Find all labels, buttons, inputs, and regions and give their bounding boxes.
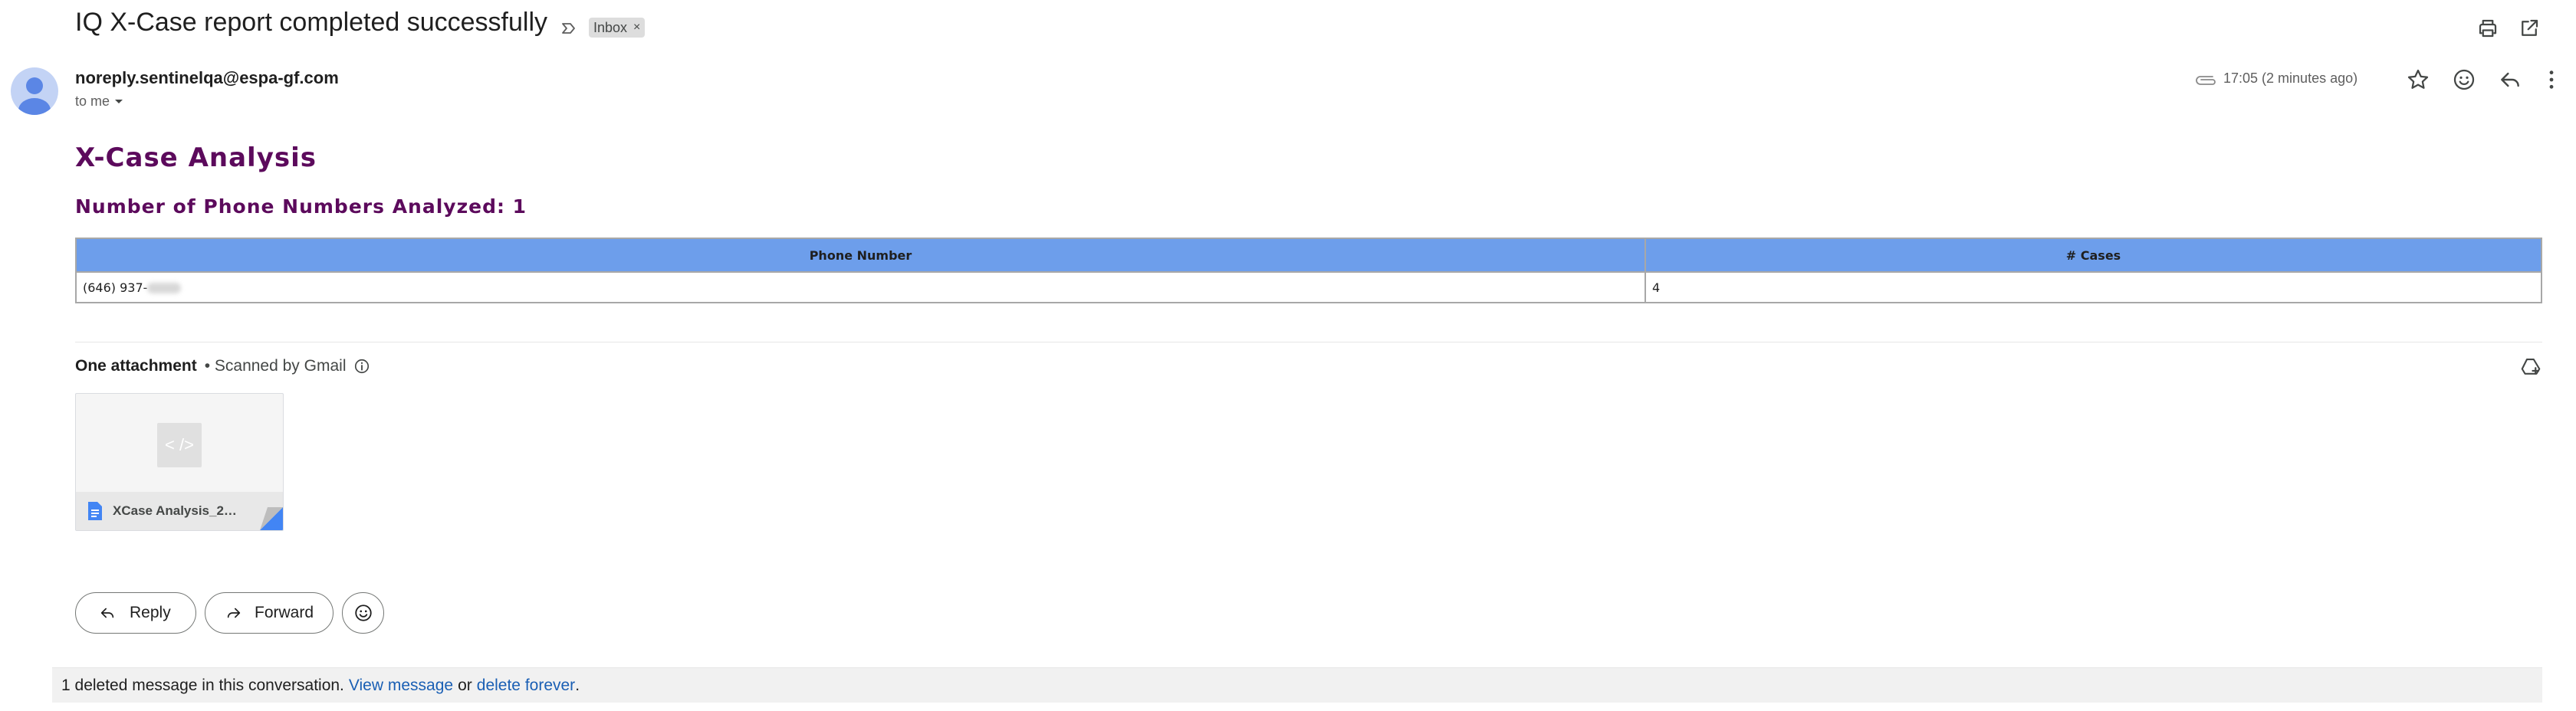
add-to-drive-icon[interactable] [2519,356,2542,378]
inbox-label-chip[interactable]: Inbox × [589,18,646,38]
deleted-message-notice: 1 deleted message in this conversation. … [52,667,2542,703]
emoji-reaction-button[interactable] [342,592,384,634]
phone-value: (646) 937- [83,280,148,295]
page-fold-icon [260,507,283,530]
phone-cell: (646) 937- [75,271,1646,303]
attachment-icon [2196,76,2216,85]
table-header-row: Phone Number # Cases [75,238,2542,273]
doc-icon [88,502,102,520]
remove-label-button[interactable]: × [633,21,640,34]
forward-button[interactable]: Forward [205,592,334,634]
reply-label: Reply [130,604,171,621]
column-header-cases: # Cases [1644,238,2542,273]
reply-icon [100,608,114,618]
sender-email[interactable]: noreply.sentinelqa@espa-gf.com [75,68,339,88]
email-time: 17:05 (2 minutes ago) [2223,70,2358,86]
view-message-link[interactable]: View message [349,677,453,695]
code-glyph: < /> [165,435,194,454]
deleted-text: 1 deleted message in this conversation. [61,676,344,694]
period-text: . [575,676,580,694]
code-file-thumbnail: < /> [157,423,202,467]
reply-button[interactable]: Reply [75,592,196,634]
results-table: Phone Number # Cases (646) 937- 4 [75,238,2542,303]
column-header-phone: Phone Number [75,238,1646,273]
email-subject: IQ X-Case report completed successfully [75,8,548,37]
forward-icon [227,608,241,618]
attachment-filename: XCase Analysis_2… [113,503,237,518]
more-vert-icon[interactable] [2539,67,2564,92]
emoji-icon[interactable] [2452,67,2476,92]
attachments-header: One attachment • Scanned by Gmail [75,357,370,375]
table-row: (646) 937- 4 [75,271,2542,303]
recipient-text: to me [75,93,110,109]
label-text: Inbox [593,19,628,35]
or-text: or [458,676,472,694]
reply-icon[interactable] [2498,67,2522,92]
delete-forever-link[interactable]: delete forever [477,677,575,695]
scanned-by-gmail: • Scanned by Gmail [204,357,347,375]
star-icon[interactable] [2406,67,2430,92]
cases-cell: 4 [1644,271,2542,303]
subject-bar: IQ X-Case report completed successfully … [0,0,2576,44]
importance-icon[interactable] [560,19,578,38]
person-icon [18,77,51,115]
info-icon[interactable] [353,358,370,375]
recipient-details[interactable]: to me [75,93,123,110]
emoji-icon [354,605,372,621]
print-icon[interactable] [2476,17,2499,40]
open-in-new-window-icon[interactable] [2518,17,2541,40]
forward-label: Forward [255,604,314,621]
redacted-digits [147,283,182,293]
report-title: X-Case Analysis [75,143,317,173]
attachments-title: One attachment [75,357,197,375]
report-subtitle: Number of Phone Numbers Analyzed: 1 [75,195,527,218]
attachment-card[interactable]: < /> XCase Analysis_2… [75,393,284,531]
chevron-down-icon[interactable] [114,99,123,105]
avatar[interactable] [11,67,58,115]
